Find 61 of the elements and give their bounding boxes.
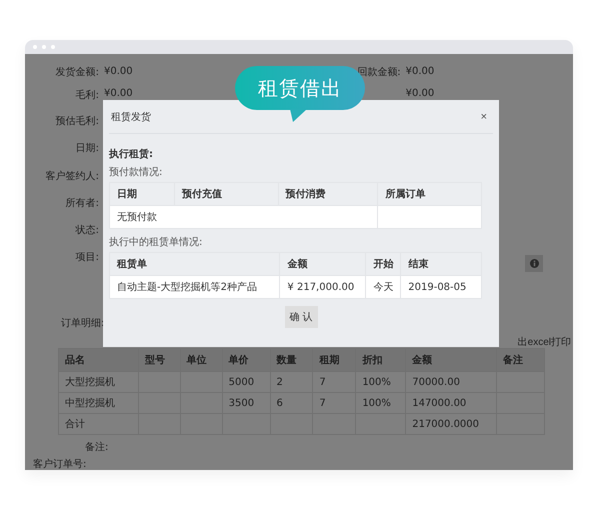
bubble-title: 租赁借出 — [258, 76, 342, 100]
field-value: ¥0.00 — [406, 66, 434, 78]
field-label: 项目: — [74, 251, 99, 264]
table-cell: 6 — [270, 392, 313, 414]
section-label: 预付款情况: — [109, 166, 164, 180]
column-header: 金额 — [406, 348, 497, 372]
table-cell: ¥ 217,000.00 — [280, 276, 366, 298]
info-button[interactable] — [525, 255, 543, 272]
column-header: 日期 — [110, 182, 174, 206]
column-header: 单价 — [222, 348, 270, 372]
section-heading: 执行租赁: — [109, 148, 154, 162]
column-header: 备注 — [496, 348, 544, 372]
table-cell: 7 — [312, 392, 356, 414]
column-header: 所属订单 — [378, 182, 482, 206]
field-label: 毛利: — [74, 88, 99, 102]
close-button[interactable]: × — [478, 110, 489, 122]
column-header: 租期 — [312, 348, 356, 372]
table-cell: 5000 — [222, 372, 270, 392]
table-cell: 大型挖掘机 — [58, 372, 138, 392]
table-cell: 无预付款 — [110, 206, 378, 228]
column-header: 预付充值 — [174, 182, 278, 206]
field-label: 备注: — [85, 440, 108, 454]
column-header: 单位 — [180, 348, 222, 372]
table-cell: 2019-08-05 — [400, 276, 482, 298]
column-header: 金额 — [280, 252, 366, 276]
export-link[interactable]: 出excel打印 — [518, 335, 571, 349]
column-header: 型号 — [138, 348, 180, 372]
table-cell: 中型挖掘机 — [58, 392, 138, 414]
field-label: 订单明细: — [61, 316, 104, 330]
column-header: 租赁单 — [110, 252, 280, 276]
field-label: 客户订单号: — [33, 458, 86, 470]
column-header: 数量 — [270, 348, 313, 372]
table-cell: 70000.00 — [406, 372, 497, 392]
field-value: ¥0.00 — [104, 88, 133, 100]
field-label: 客户签约人: — [44, 170, 99, 183]
table-cell: 100% — [356, 392, 406, 414]
confirm-button[interactable]: 确 认 — [284, 306, 318, 328]
field-label: 预估毛利: — [54, 114, 99, 128]
column-header: 折扣 — [356, 348, 406, 372]
field-label: 日期: — [74, 142, 99, 156]
dialog-title: 租赁发货 — [111, 110, 151, 124]
table-cell: 147000.00 — [406, 392, 497, 414]
section-label: 执行中的租赁单情况: — [109, 236, 204, 250]
table-cell: 2 — [270, 372, 313, 392]
table-cell: 自动主题-大型挖掘机等2种产品 — [110, 276, 280, 298]
column-header: 开始 — [366, 252, 401, 276]
table-cell: 100% — [356, 372, 406, 392]
field-value: ¥0.00 — [104, 66, 133, 78]
table-cell: 合计 — [58, 414, 138, 434]
field-value: ¥0.00 — [406, 88, 434, 100]
column-header: 品名 — [58, 348, 138, 372]
info-icon — [530, 259, 538, 268]
field-label: 发货金额: — [54, 66, 99, 79]
table-cell: 7 — [312, 372, 356, 392]
table-cell: 217000.0000 — [406, 414, 497, 434]
field-label: 所有者: — [64, 196, 99, 210]
table-cell: 今天 — [366, 276, 401, 298]
table-cell: 3500 — [222, 392, 270, 414]
column-header: 预付消费 — [278, 182, 378, 206]
field-label: 状态: — [74, 224, 99, 238]
column-header: 结束 — [400, 252, 482, 276]
